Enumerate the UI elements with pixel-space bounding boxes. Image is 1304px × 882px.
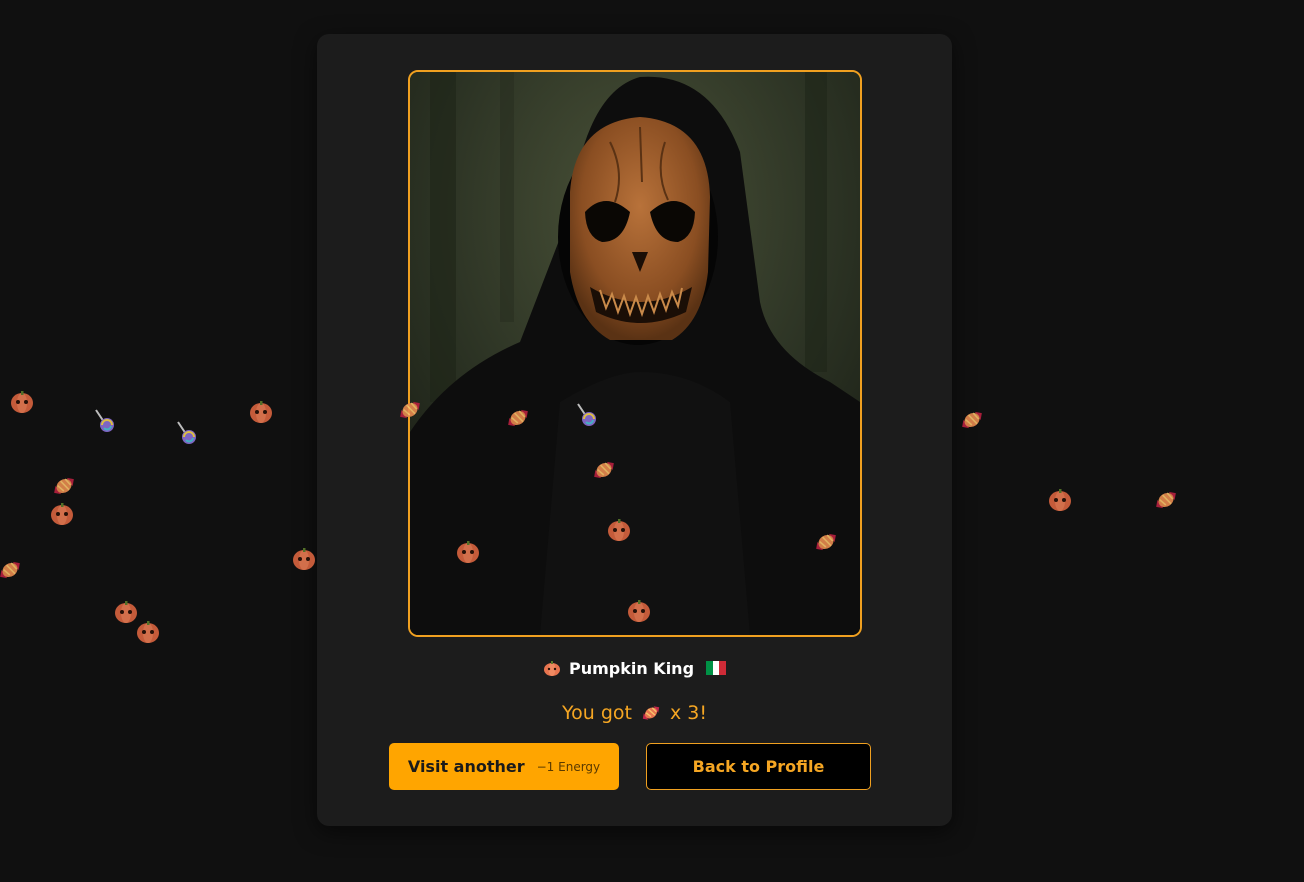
reward-prefix: You got (562, 702, 632, 724)
energy-cost: −1 Energy (536, 759, 601, 774)
pumpkin-icon (137, 621, 159, 643)
back-to-profile-label: Back to Profile (692, 757, 825, 776)
back-to-profile-button[interactable]: Back to Profile (646, 743, 871, 790)
candy-icon (642, 706, 660, 720)
pumpkin-icon (250, 401, 272, 423)
visit-result-card: Pumpkin King You got x 3! Visit another (317, 34, 952, 826)
candy-icon (508, 409, 528, 427)
visit-another-label: Visit another (407, 757, 525, 776)
candy-icon (1156, 491, 1176, 509)
candy-icon (962, 411, 982, 429)
pumpkin-icon (608, 519, 630, 541)
lollipop-icon (177, 421, 196, 444)
candy-icon (816, 533, 836, 551)
pumpkin-icon (11, 391, 33, 413)
candy-icon (0, 561, 20, 579)
pumpkin-icon (628, 600, 650, 622)
lollipop-icon (95, 409, 114, 432)
reward-count: x 3! (669, 702, 707, 724)
pumpkin-icon (457, 541, 479, 563)
pumpkin-icon (293, 548, 315, 570)
italy-flag-icon (706, 661, 727, 675)
candy-icon (400, 401, 420, 419)
candy-icon (594, 461, 614, 479)
candy-icon (54, 477, 74, 495)
pumpkin-icon (51, 503, 73, 525)
visit-another-button[interactable]: Visit another −1 Energy (389, 743, 619, 790)
profile-name: Pumpkin King (568, 658, 695, 678)
pumpkin-icon (1049, 489, 1071, 511)
profile-name-row: Pumpkin King (317, 654, 952, 682)
pumpkin-icon (543, 661, 560, 676)
reward-message: You got x 3! (317, 698, 952, 728)
halloween-visit-screen: Pumpkin King You got x 3! Visit another (0, 0, 1304, 882)
lollipop-icon (577, 403, 596, 426)
